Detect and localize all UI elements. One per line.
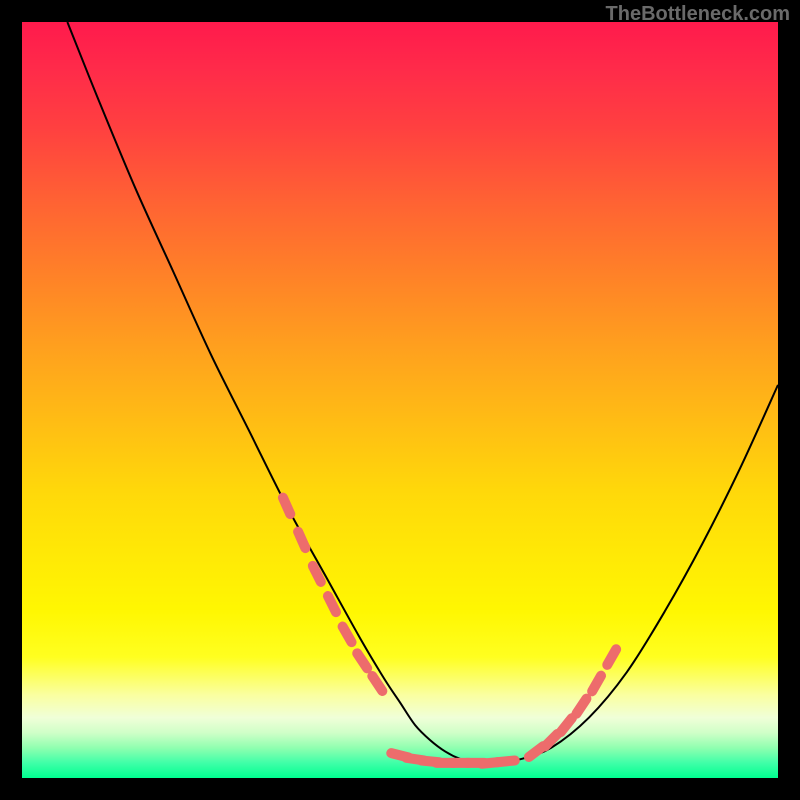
highlight-dash xyxy=(343,627,352,643)
highlight-dash xyxy=(372,676,382,691)
highlight-dash xyxy=(313,566,321,582)
highlight-dash xyxy=(283,498,290,514)
chart-svg xyxy=(22,22,778,778)
watermark-text: TheBottleneck.com xyxy=(606,3,790,26)
highlight-dash xyxy=(497,760,515,762)
highlight-dash xyxy=(561,718,572,732)
chart-container: TheBottleneck.com xyxy=(0,0,800,800)
highlight-dash xyxy=(328,596,336,612)
plot-area xyxy=(22,22,778,778)
curve-line xyxy=(67,22,778,763)
highlight-dash xyxy=(576,699,586,714)
highlight-dash xyxy=(607,649,616,665)
main-curve xyxy=(67,22,778,763)
highlight-dots xyxy=(283,498,616,764)
highlight-dash xyxy=(298,532,305,548)
highlight-dash xyxy=(592,676,601,692)
highlight-dash xyxy=(357,653,367,668)
